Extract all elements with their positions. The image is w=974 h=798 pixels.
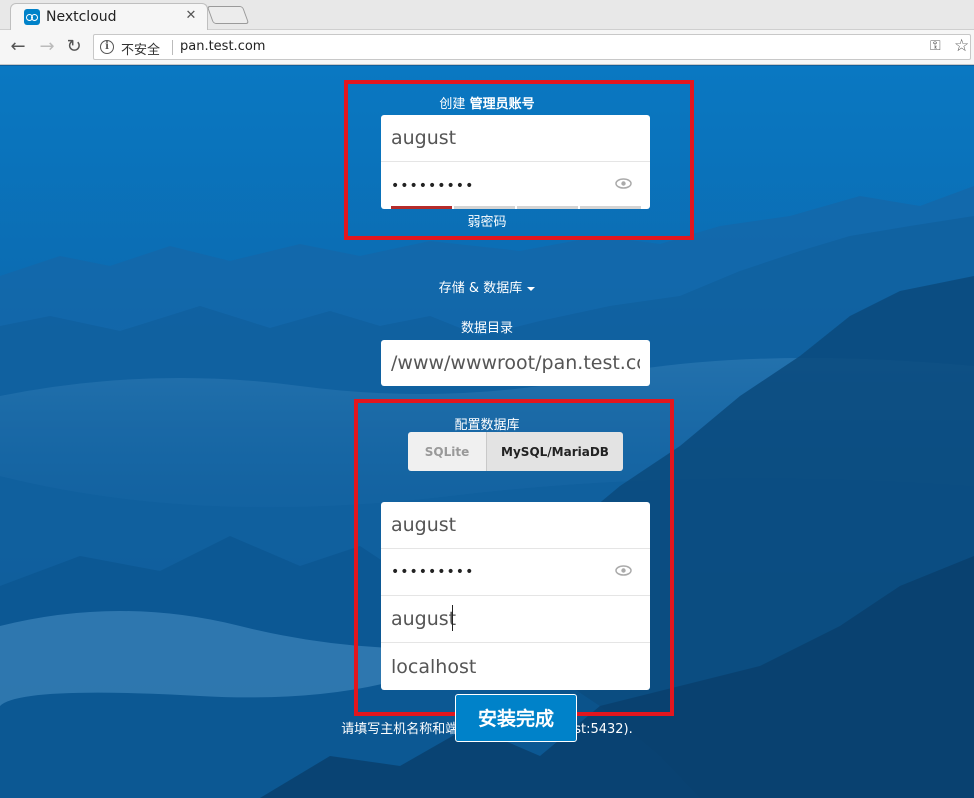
nextcloud-favicon-icon	[24, 9, 40, 25]
storage-database-toggle[interactable]: 存储 & 数据库	[0, 277, 974, 296]
reload-icon[interactable]: ↻	[63, 36, 85, 58]
data-directory-row	[381, 340, 650, 386]
highlight-box-database	[354, 399, 674, 716]
back-arrow-icon[interactable]: ←	[7, 36, 29, 58]
bookmark-star-icon[interactable]: ☆	[954, 36, 969, 56]
new-tab-button[interactable]	[206, 6, 250, 24]
browser-toolbar: ← → ↻ i 不安全 pan.test.com ⚿ ☆	[0, 30, 974, 65]
info-icon[interactable]: i	[100, 40, 114, 54]
highlight-box-admin	[344, 80, 694, 240]
browser-tab-bar: Nextcloud ✕	[0, 0, 974, 30]
data-directory-group	[381, 340, 650, 386]
close-icon[interactable]: ✕	[183, 8, 199, 24]
insecure-label[interactable]: 不安全	[121, 39, 160, 58]
finish-setup-button[interactable]: 安装完成	[455, 694, 577, 742]
key-icon[interactable]: ⚿	[930, 38, 941, 54]
tab-title: Nextcloud	[46, 9, 117, 25]
address-bar[interactable]: i 不安全 pan.test.com ⚿ ☆	[93, 34, 971, 60]
url-text[interactable]: pan.test.com	[180, 39, 265, 54]
forward-arrow-icon[interactable]: →	[36, 36, 58, 58]
omnibox-separator	[172, 40, 173, 55]
data-directory-input[interactable]	[381, 340, 650, 386]
chevron-down-icon	[527, 286, 536, 291]
browser-tab-nextcloud[interactable]: Nextcloud ✕	[10, 3, 208, 30]
nextcloud-setup-page: 创建 管理员账号 弱密码 存储 & 数据库 数据目录 配置数据库 SQLite	[0, 66, 974, 798]
data-directory-label: 数据目录	[460, 321, 513, 336]
